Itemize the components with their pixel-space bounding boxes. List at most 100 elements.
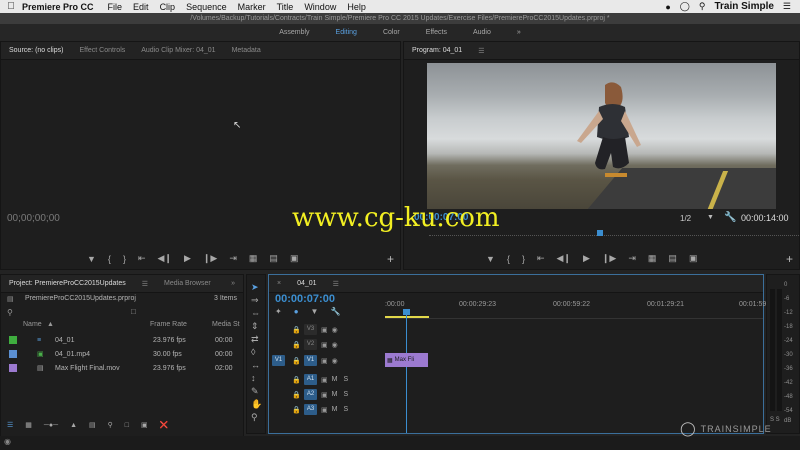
selection-tool-icon[interactable]: ➤ [251, 281, 262, 294]
track-label-a1[interactable]: A1 [304, 374, 317, 385]
razor-icon[interactable]: ◊ [251, 346, 262, 359]
ripple-edit-icon[interactable]: ⇔ [251, 307, 262, 320]
track-label-a3[interactable]: A3 [304, 404, 317, 415]
tab-project[interactable]: Project: PremiereProCC2015Updates [9, 280, 126, 287]
workspace-color[interactable]: Color [383, 29, 400, 36]
playhead-handle[interactable] [403, 309, 410, 315]
zoom-level[interactable]: 1/2 [680, 214, 691, 223]
new-bin-icon[interactable]: □ [131, 307, 136, 316]
workspace-audio[interactable]: Audio [473, 29, 491, 36]
play-icon[interactable]: ▶ [583, 253, 590, 264]
zoom-tool-icon[interactable]: ⚲ [251, 411, 262, 424]
track-label-v1[interactable]: V1 [304, 355, 317, 366]
mute-button[interactable]: M [332, 376, 338, 383]
trash-icon[interactable]: ❌ [160, 421, 169, 429]
workspace-more-icon[interactable]: » [517, 29, 521, 36]
menu-marker[interactable]: Marker [238, 2, 266, 12]
rate-stretch-icon[interactable]: ⇄ [251, 333, 262, 346]
rolling-edit-icon[interactable]: ⇕ [251, 320, 262, 333]
go-to-out-icon[interactable]: ⇥ [628, 253, 636, 264]
menu-title[interactable]: Title [277, 2, 294, 12]
new-item-icon[interactable]: ▣ [141, 421, 148, 429]
list-item[interactable]: ≡ 04_01 23.976 fps 00:00 [5, 333, 245, 347]
program-video-frame[interactable] [427, 63, 776, 209]
timeline-menu-icon[interactable]: ☰ [333, 280, 339, 288]
lock-icon[interactable]: 🔒 [292, 376, 304, 384]
zoom-dropdown-icon[interactable]: ▼ [707, 214, 714, 221]
toggle-sync-icon[interactable]: ▣ [321, 406, 328, 414]
step-back-icon[interactable]: ◀❙ [557, 253, 571, 264]
menu-help[interactable]: Help [347, 2, 366, 12]
lift-icon[interactable]: ▦ [648, 253, 657, 264]
menu-window[interactable]: Window [304, 2, 336, 12]
export-frame-icon[interactable]: ▣ [689, 253, 698, 264]
step-back-icon[interactable]: ◀❙ [158, 253, 172, 264]
more-panels-icon[interactable]: » [231, 280, 235, 287]
tab-program[interactable]: Program: 04_01 [412, 47, 462, 54]
menu-edit[interactable]: Edit [133, 2, 149, 12]
find-icon[interactable]: ⚲ [108, 421, 113, 429]
menu-sequence[interactable]: Sequence [186, 2, 227, 12]
toggle-output-icon[interactable]: ▣ [321, 326, 328, 334]
eye-icon[interactable]: ◉ [332, 341, 338, 349]
track-label-v3[interactable]: V3 [304, 324, 317, 335]
close-icon[interactable]: × [277, 280, 281, 287]
toggle-sync-icon[interactable]: ▣ [321, 391, 328, 399]
sort-up-icon[interactable]: ▲ [47, 321, 54, 328]
slip-icon[interactable]: ↔ [251, 359, 262, 372]
workspace-editing[interactable]: Editing [336, 29, 357, 36]
tab-sequence[interactable]: 04_01 [297, 280, 316, 287]
col-frame-rate[interactable]: Frame Rate [150, 321, 187, 328]
track-select-icon[interactable]: ⇒ [251, 294, 262, 307]
lock-icon[interactable]: 🔒 [292, 406, 304, 414]
marker-icon[interactable]: ▼ [87, 254, 96, 264]
go-to-in-icon[interactable]: ⇤ [138, 253, 146, 264]
toggle-sync-icon[interactable]: ▣ [321, 376, 328, 384]
mute-button[interactable]: M [332, 406, 338, 413]
mark-out-icon[interactable]: } [522, 254, 525, 264]
tab-source[interactable]: Source: (no clips) [9, 47, 63, 54]
source-patch-v1[interactable]: V1 [272, 355, 285, 366]
track-label-a2[interactable]: A2 [304, 389, 317, 400]
zoom-slider[interactable]: ─●─ [44, 422, 58, 429]
insert-icon[interactable]: ▦ [249, 253, 258, 264]
timeline-timecode[interactable]: 00:00:07:00 [275, 293, 335, 305]
lock-icon[interactable]: 🔒 [292, 357, 304, 365]
project-menu-icon[interactable]: ☰ [142, 280, 148, 288]
tab-audio-clip-mixer[interactable]: Audio Clip Mixer: 04_01 [141, 47, 215, 54]
new-bin-icon[interactable]: □ [125, 422, 129, 429]
mute-button[interactable]: M [332, 391, 338, 398]
sort-icon[interactable]: ▲ [70, 422, 77, 429]
slide-icon[interactable]: ↕ [251, 372, 262, 385]
user-name[interactable]: Train Simple [714, 1, 773, 12]
source-timecode[interactable]: 00;00;00;00 [7, 213, 60, 224]
lock-icon[interactable]: 🔒 [292, 391, 304, 399]
tab-effect-controls[interactable]: Effect Controls [79, 47, 125, 54]
add-marker-icon[interactable]: ▼ [311, 307, 319, 316]
list-item[interactable]: ▤ Max Flight Final.mov 23.976 fps 02:00 [5, 361, 245, 375]
video-clip[interactable]: ▦ Max Fli [385, 353, 428, 367]
solo-button[interactable]: S [343, 376, 348, 383]
tab-media-browser[interactable]: Media Browser [164, 280, 211, 287]
app-menu[interactable]: Premiere Pro CC [22, 2, 94, 12]
mark-out-icon[interactable]: } [123, 254, 126, 264]
toggle-output-icon[interactable]: ▣ [321, 357, 328, 365]
program-playhead[interactable] [597, 230, 603, 236]
solo-button[interactable]: S [343, 391, 348, 398]
add-button-icon[interactable]: + [387, 252, 394, 266]
search-icon[interactable]: ⚲ [699, 1, 706, 12]
go-to-out-icon[interactable]: ⇥ [229, 253, 237, 264]
step-forward-icon[interactable]: ❙▶ [203, 253, 217, 264]
time-ruler[interactable]: :00:00 00:00:29:23 00:00:59:22 00:01:29:… [385, 299, 772, 319]
search-icon[interactable]: ⚲ [7, 308, 13, 317]
list-view-icon[interactable]: ☰ [7, 421, 13, 429]
settings-wrench-icon[interactable]: 🔧 [330, 307, 340, 316]
icon-view-icon[interactable]: ▦ [25, 421, 32, 429]
marker-icon[interactable]: ▼ [486, 254, 495, 264]
menu-list-icon[interactable]: ☰ [783, 1, 791, 12]
step-forward-icon[interactable]: ❙▶ [602, 253, 616, 264]
work-area-bar[interactable] [385, 316, 429, 318]
col-media-start[interactable]: Media St [212, 321, 240, 328]
program-menu-icon[interactable]: ☰ [478, 47, 484, 55]
extract-icon[interactable]: ▤ [668, 253, 677, 264]
